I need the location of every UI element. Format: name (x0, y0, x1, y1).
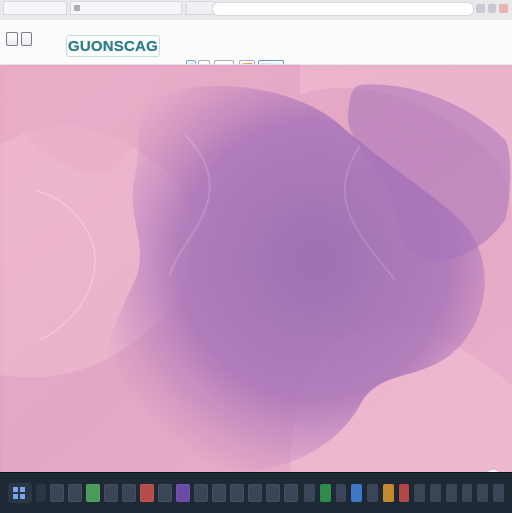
taskbar-app-10[interactable] (212, 484, 226, 502)
taskbar-app-7[interactable] (158, 484, 172, 502)
tray-icon-9[interactable] (430, 484, 441, 502)
logo-mark-left (6, 32, 18, 46)
taskbar-app-5[interactable] (122, 484, 136, 502)
taskbar-app-11[interactable] (230, 484, 244, 502)
taskbar-app-14[interactable] (284, 484, 298, 502)
browser-top-bar (0, 0, 512, 21)
tray-icon-3[interactable] (335, 484, 347, 502)
tissue-grain (0, 65, 512, 473)
browser-tab-2[interactable] (70, 1, 182, 15)
logo-mark-right (20, 32, 32, 46)
taskbar-app-13[interactable] (266, 484, 280, 502)
tray-icon-2[interactable] (319, 484, 331, 502)
system-tray (304, 481, 504, 505)
browser-tab-1[interactable] (3, 1, 67, 15)
taskbar-app-12[interactable] (248, 484, 262, 502)
brand: GUONSCAG (66, 35, 160, 57)
tray-icon-4[interactable] (351, 484, 363, 502)
taskbar-app-3[interactable] (86, 484, 100, 502)
windows-logo-grid (13, 487, 25, 499)
tray-icon-8[interactable] (414, 484, 426, 502)
taskbar-app-2[interactable] (68, 484, 82, 502)
logo-icon (6, 29, 32, 49)
slide-viewer[interactable]: ‹ › (0, 64, 512, 474)
taskbar-search-icon[interactable] (36, 484, 46, 502)
tray-icon-11[interactable] (461, 484, 473, 502)
tray-icon-6[interactable] (382, 484, 394, 502)
window-controls (475, 2, 508, 14)
taskbar-app-1[interactable] (50, 484, 64, 502)
brand-text: GUONSCAG (68, 37, 158, 55)
taskbar-app-9[interactable] (194, 484, 208, 502)
taskbar-app-6[interactable] (140, 484, 154, 502)
slide-image[interactable] (0, 65, 512, 473)
tray-icon-12[interactable] (477, 484, 489, 502)
tray-icon-5[interactable] (367, 484, 378, 502)
taskbar (0, 472, 512, 513)
maximize-icon[interactable] (487, 3, 497, 13)
taskbar-app-4[interactable] (104, 484, 118, 502)
tray-icon-13[interactable] (493, 484, 504, 502)
tray-icon-10[interactable] (445, 484, 457, 502)
tray-icon-7[interactable] (398, 484, 410, 502)
close-icon[interactable] (499, 3, 508, 13)
windows-icon[interactable] (8, 483, 32, 503)
tray-icon-1[interactable] (304, 484, 315, 502)
favicon-icon (74, 5, 80, 11)
taskbar-app-8[interactable] (176, 484, 190, 502)
taskbar-apps (50, 481, 300, 505)
address-bar[interactable] (212, 2, 474, 16)
viewer-toolbar: GUONSCAG (0, 20, 512, 76)
minimize-icon[interactable] (475, 3, 485, 13)
